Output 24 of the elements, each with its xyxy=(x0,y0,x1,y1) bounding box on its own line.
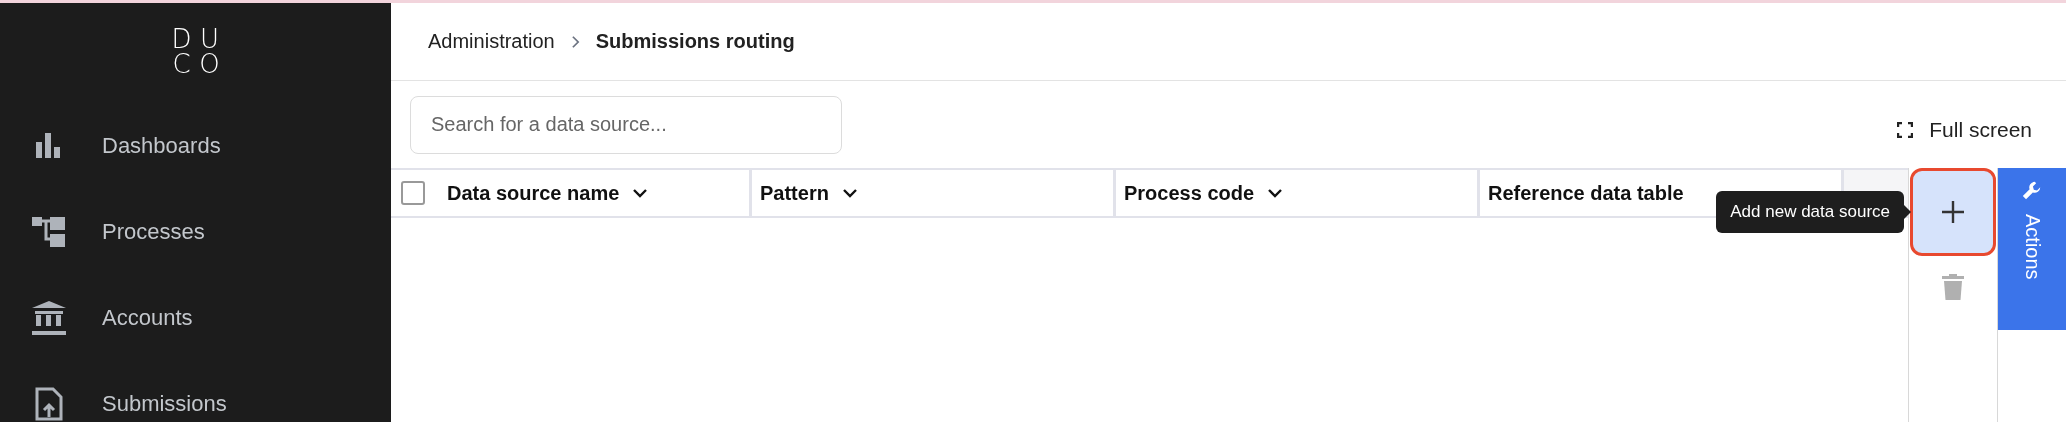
wrench-icon xyxy=(2021,180,2043,202)
logo: D U C O xyxy=(170,27,221,77)
nav-item[interactable]: Accounts xyxy=(0,275,391,361)
nav-item[interactable]: Processes xyxy=(0,189,391,275)
add-button[interactable] xyxy=(1910,168,1996,256)
search-field[interactable]: Search for a data source... xyxy=(410,95,842,154)
page-title: Submissions routing xyxy=(595,30,795,53)
plus-icon xyxy=(1941,200,1965,224)
column-header[interactable]: Pattern xyxy=(752,170,1116,216)
chevron-right-icon xyxy=(570,34,580,49)
breadcrumb-link[interactable]: Administration xyxy=(428,30,555,53)
expand-icon xyxy=(1897,121,1914,138)
hierarchy-icon xyxy=(32,217,66,247)
tooltip: Add new data source xyxy=(1716,191,1911,233)
checkbox[interactable] xyxy=(401,181,425,205)
nav-item[interactable]: Submissions xyxy=(0,361,391,422)
actions-tab[interactable]: Actions xyxy=(1998,168,2066,330)
nav-item[interactable]: Dashboards xyxy=(0,103,391,189)
full-screen-button[interactable]: Full screen xyxy=(1883,117,2046,142)
bank-icon xyxy=(32,301,66,335)
trash-icon xyxy=(1942,274,1964,300)
column-header[interactable]: Process code xyxy=(1116,170,1480,216)
column-header[interactable]: Data source name xyxy=(391,170,752,216)
tooltip-arrow-icon xyxy=(1904,205,1911,219)
